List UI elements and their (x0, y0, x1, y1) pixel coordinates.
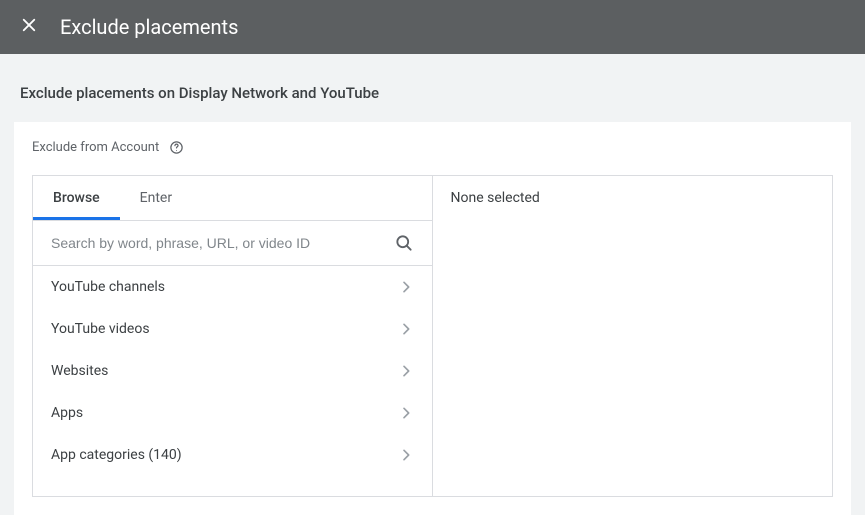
left-pane: Browse Enter YouTube channels (33, 176, 433, 496)
chevron-right-icon (398, 363, 414, 379)
category-label: App categories (140) (51, 447, 182, 463)
tab-browse[interactable]: Browse (33, 176, 120, 220)
exclude-from-label: Exclude from Account (32, 140, 159, 155)
help-icon[interactable] (169, 140, 184, 155)
category-apps[interactable]: Apps (33, 392, 432, 434)
chevron-right-icon (398, 321, 414, 337)
category-label: YouTube videos (51, 321, 150, 337)
tabs: Browse Enter (33, 176, 432, 221)
search-row (33, 221, 432, 266)
right-pane: None selected (433, 176, 833, 496)
selection-status: None selected (451, 190, 540, 206)
exclude-from-row: Exclude from Account (32, 140, 833, 155)
close-icon[interactable] (20, 16, 38, 39)
chevron-right-icon (398, 447, 414, 463)
category-youtube-channels[interactable]: YouTube channels (33, 266, 432, 308)
search-input[interactable] (51, 235, 394, 251)
search-icon[interactable] (394, 233, 414, 253)
two-pane-container: Browse Enter YouTube channels (32, 175, 833, 497)
placements-card: Exclude from Account Browse Enter (14, 122, 851, 515)
category-app-categories[interactable]: App categories (140) (33, 434, 432, 476)
category-label: Websites (51, 363, 108, 379)
section-heading: Exclude placements on Display Network an… (0, 54, 865, 122)
chevron-right-icon (398, 405, 414, 421)
category-youtube-videos[interactable]: YouTube videos (33, 308, 432, 350)
chevron-right-icon (398, 279, 414, 295)
modal-title: Exclude placements (60, 15, 238, 39)
modal-header: Exclude placements (0, 0, 865, 54)
category-label: YouTube channels (51, 279, 165, 295)
category-list: YouTube channels YouTube videos Websites (33, 266, 432, 496)
category-label: Apps (51, 405, 83, 421)
tab-enter[interactable]: Enter (120, 176, 192, 220)
category-websites[interactable]: Websites (33, 350, 432, 392)
